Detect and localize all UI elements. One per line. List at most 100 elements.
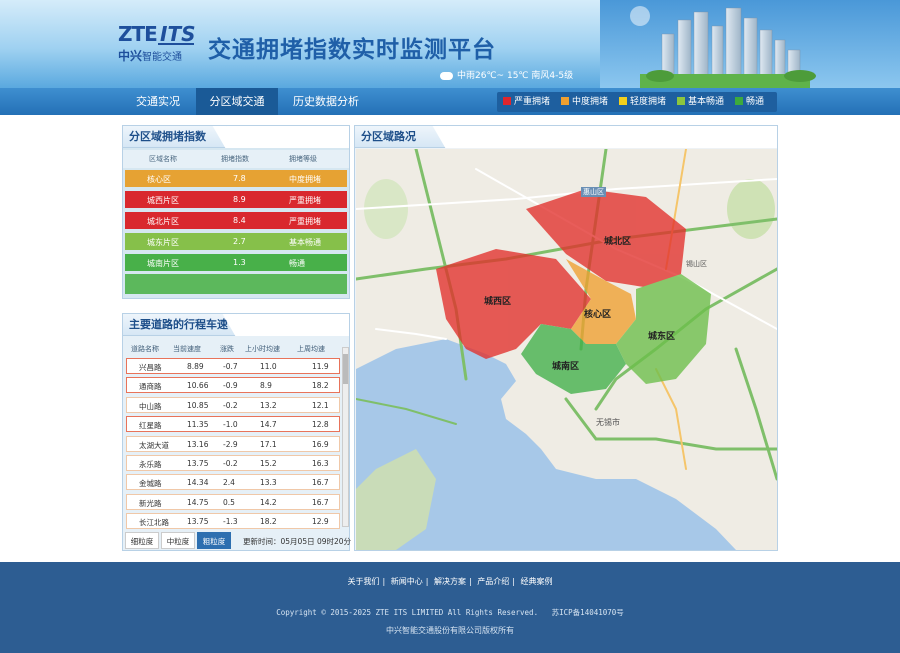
road-row[interactable]: 太湖大道 13.16 -2.9 17.1 16.9 <box>126 435 340 452</box>
zone-label-south: 城南区 <box>552 362 580 372</box>
granularity-coarse-button[interactable]: 粗粒度 <box>197 532 231 549</box>
weather-info: 中雨26℃~ 15℃ 南风4-5级 <box>440 68 573 81</box>
legend-label: 基本畅通 <box>688 97 725 107</box>
footer-link-news[interactable]: 新闻中心 <box>391 577 423 586</box>
zone-index: 8.9 <box>233 195 246 204</box>
panel-title: 分区域拥堵指数 <box>129 130 206 143</box>
road-speed: 14.34 <box>187 478 209 488</box>
road-last-week: 16.7 <box>312 497 329 507</box>
panel-header: 分区域拥堵指数 <box>123 126 349 148</box>
road-row[interactable]: 中山路 10.85 -0.2 13.2 12.1 <box>126 396 340 413</box>
zone-index: 1.3 <box>233 258 246 267</box>
header-fill <box>447 126 777 148</box>
footer-link-products[interactable]: 产品介绍 <box>477 577 509 586</box>
legend-basic-smooth: 基本畅通 <box>677 95 724 109</box>
logo-zte-text: ZTE <box>118 22 158 46</box>
legend-swatch <box>735 97 743 105</box>
road-change: 2.4 <box>223 478 235 488</box>
footer-link-cases[interactable]: 经典案例 <box>521 577 553 586</box>
legend-light: 轻度拥堵 <box>619 95 666 109</box>
zone-level: 中度拥堵 <box>289 175 321 184</box>
panel-title: 分区域路况 <box>361 130 416 143</box>
col-change: 涨跌 <box>220 345 234 353</box>
traffic-map[interactable]: 城西区 城北区 核心区 城东区 城南区 无锡市 惠山区 锡山区 <box>356 149 777 550</box>
zone-level: 严重拥堵 <box>289 217 321 226</box>
zone-congestion-panel: 分区域拥堵指数 区域名称 拥堵指数 拥堵等级 核心区 7.8 中度拥堵 城西片区 8.9… <box>122 125 350 299</box>
road-row[interactable]: 金城路 14.34 2.4 13.3 16.7 <box>126 474 340 491</box>
road-last-hour: 18.2 <box>260 517 277 527</box>
zone-name: 城北片区 <box>147 217 179 226</box>
place-label-xishan: 锡山区 <box>686 260 707 268</box>
footer-link-about[interactable]: 关于我们 <box>348 577 380 586</box>
zone-row[interactable]: 城东片区 2.7 基本畅通 <box>125 233 347 250</box>
road-speed: 14.75 <box>187 497 209 507</box>
road-last-hour: 14.7 <box>260 420 277 430</box>
road-change: -1.3 <box>223 517 238 527</box>
road-row[interactable]: 永乐路 13.75 -0.2 15.2 16.3 <box>126 455 340 471</box>
zone-name: 核心区 <box>147 175 171 184</box>
scrollbar-thumb[interactable] <box>343 354 348 384</box>
header-fill <box>237 314 349 336</box>
road-name: 金城路 <box>139 479 162 489</box>
icp-number: 苏ICP备14041070号 <box>551 608 624 617</box>
road-change: -0.9 <box>223 381 238 391</box>
zone-label-core: 核心区 <box>584 310 612 320</box>
road-row[interactable]: 红星路 11.35 -1.0 14.7 12.8 <box>126 416 340 433</box>
logo-cn-main: 中兴 <box>118 49 143 63</box>
zte-its-logo[interactable]: ZTE ITS 中兴智能交通 <box>118 22 198 64</box>
road-table-scrollbar[interactable] <box>342 347 349 527</box>
update-time: 更新时间：05月05日 09时20分 <box>243 537 352 546</box>
place-label-wuxi: 无锡市 <box>596 418 620 427</box>
road-change: -0.2 <box>223 400 238 410</box>
header-banner: ZTE ITS 中兴智能交通 交通拥堵指数实时监测平台 中雨26℃~ 15℃ 南… <box>0 0 900 88</box>
road-last-week: 12.9 <box>312 517 329 527</box>
logo-cn-text: 中兴智能交通 <box>118 47 182 64</box>
zone-row[interactable]: 城北片区 8.4 严重拥堵 <box>125 212 347 229</box>
road-name: 新光路 <box>139 498 162 508</box>
road-speed: 10.66 <box>187 381 209 391</box>
road-name: 兴昌路 <box>139 363 162 372</box>
screenshot-frame: ZTE ITS 中兴智能交通 交通拥堵指数实时监测平台 中雨26℃~ 15℃ 南… <box>0 0 900 653</box>
legend-label: 畅通 <box>746 97 765 107</box>
footer-links: 关于我们 | 新闻中心 | 解决方案 | 产品介绍 | 经典案例 <box>347 577 553 586</box>
road-last-hour: 13.2 <box>260 400 277 410</box>
granularity-switch: 细粒度 中粒度 粗粒度 更新时间：05月05日 09时20分 <box>125 532 351 549</box>
tab-traffic-live[interactable]: 交通实况 <box>122 88 194 115</box>
zone-row[interactable]: 城南片区 1.3 畅通 <box>125 254 347 271</box>
footer-link-solutions[interactable]: 解决方案 <box>434 577 466 586</box>
logo-cn-sub: 智能交通 <box>142 52 183 63</box>
road-name: 通商路 <box>139 382 162 392</box>
road-row[interactable]: 新光路 14.75 0.5 14.2 16.7 <box>126 493 340 510</box>
zone-row[interactable]: 核心区 7.8 中度拥堵 <box>125 170 347 187</box>
granularity-medium-button[interactable]: 中粒度 <box>161 532 195 549</box>
road-last-hour: 13.3 <box>260 478 277 488</box>
zone-level: 基本畅通 <box>289 238 321 247</box>
zone-label-east: 城东区 <box>648 332 676 342</box>
road-row[interactable]: 长江北路 13.75 -1.3 18.2 12.9 <box>126 513 340 530</box>
tab-history-analysis[interactable]: 历史数据分析 <box>280 88 372 115</box>
road-last-week: 12.8 <box>312 420 329 430</box>
road-change: -0.2 <box>223 459 238 468</box>
road-last-hour: 17.1 <box>260 439 277 449</box>
tab-zone-traffic[interactable]: 分区域交通 <box>196 88 278 115</box>
copyright-text: Copyright © 2015-2025 ZTE ITS LIMITED Al… <box>276 608 539 617</box>
zone-row[interactable]: 城西片区 8.9 严重拥堵 <box>125 191 347 208</box>
zone-name: 城西片区 <box>147 196 179 205</box>
road-last-hour: 14.2 <box>260 497 277 507</box>
legend-moderate: 中度拥堵 <box>561 95 608 109</box>
logo-underline <box>158 43 194 45</box>
panel-header: 主要道路的行程车速 <box>123 314 349 336</box>
road-name: 太湖大道 <box>139 440 169 450</box>
road-row[interactable]: 兴昌路 8.89 -0.7 11.0 11.9 <box>126 358 340 374</box>
road-row[interactable]: 通商路 10.66 -0.9 8.9 18.2 <box>126 377 340 394</box>
road-speed: 13.16 <box>187 439 209 449</box>
legend-label: 轻度拥堵 <box>630 97 667 107</box>
road-last-hour: 15.2 <box>260 459 277 468</box>
road-name: 中山路 <box>139 401 162 411</box>
road-speed: 13.75 <box>187 459 209 468</box>
zone-index: 8.4 <box>233 216 246 225</box>
zone-level: 畅通 <box>289 259 305 268</box>
granularity-fine-button[interactable]: 细粒度 <box>125 532 159 549</box>
col-road-name: 道路名称 <box>131 345 159 353</box>
col-current-speed: 当前速度 <box>173 345 201 353</box>
